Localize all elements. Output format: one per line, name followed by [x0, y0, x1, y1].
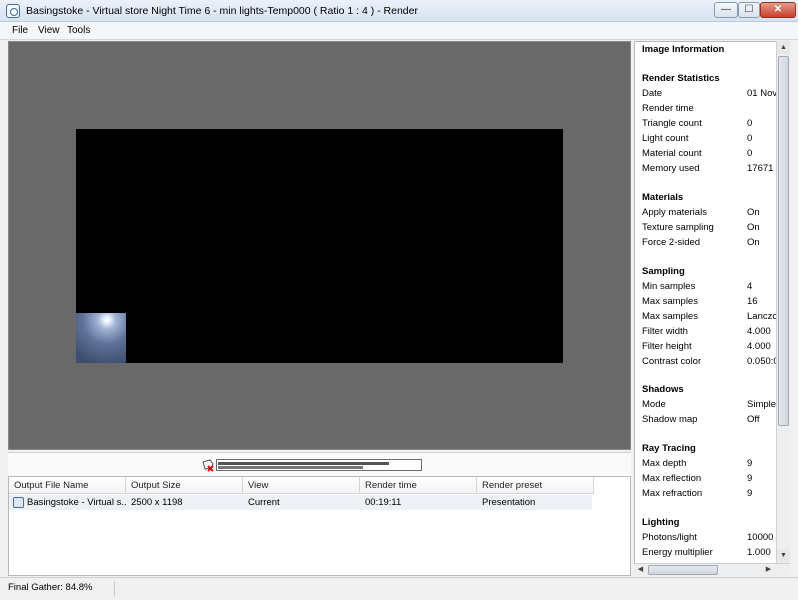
prop-value: 10000: [747, 532, 774, 543]
close-button[interactable]: ✕: [760, 2, 796, 18]
menu-bar: File View Tools: [0, 22, 798, 40]
scroll-down-icon[interactable]: ▼: [777, 549, 790, 562]
prop-key: Max depth: [642, 458, 687, 469]
prop-value: 0.050:0: [747, 356, 777, 367]
render-app-icon: [6, 4, 20, 18]
cell-output-file-name: Basingstoke - Virtual s...: [27, 497, 126, 508]
prop-key: Max reflection: [642, 473, 702, 484]
section-materials: Materials: [642, 192, 684, 203]
prop-value: 0: [747, 133, 753, 144]
prop-value: 1.000: [747, 547, 771, 558]
column-header-output-file-name[interactable]: Output File Name: [9, 477, 126, 494]
output-table: Output File Name Output Size View Render…: [8, 476, 631, 576]
column-header-output-size[interactable]: Output Size: [126, 477, 243, 494]
rendered-tile: [76, 313, 126, 363]
info-panel-horizontal-scrollbar[interactable]: ◀ ▶: [634, 563, 790, 576]
title-bar: Basingstoke - Virtual store Night Time 6…: [0, 0, 798, 22]
prop-value: On: [747, 207, 760, 218]
prop-key: Filter height: [642, 341, 692, 352]
cell-render-time: 00:19:11: [365, 497, 402, 508]
prop-value: 9: [747, 473, 753, 484]
prop-key: Contrast color: [642, 356, 702, 367]
prop-key: Date: [642, 88, 663, 99]
prop-value: 4.000: [747, 341, 771, 352]
render-viewport[interactable]: [8, 41, 631, 450]
section-render-statistics: Render Statistics: [642, 73, 720, 84]
info-panel-vertical-scrollbar[interactable]: ▲ ▼: [776, 41, 790, 563]
section-ray-tracing: Ray Tracing: [642, 443, 696, 454]
status-text: Final Gather: 84.8%: [8, 582, 93, 593]
image-information-title: Image Information: [642, 44, 725, 55]
prop-value: 0: [747, 118, 753, 129]
menu-file[interactable]: File: [12, 25, 28, 36]
table-row[interactable]: Basingstoke - Virtual s... 2500 x 1198 C…: [9, 495, 592, 510]
column-header-render-preset[interactable]: Render preset: [477, 477, 594, 494]
prop-value: 9: [747, 488, 753, 499]
prop-key: Mode: [642, 399, 666, 410]
render-frame: [76, 129, 563, 363]
prop-key: Energy multiplier: [642, 547, 713, 558]
prop-key: Render time: [642, 103, 694, 114]
maximize-button[interactable]: ☐: [738, 2, 760, 18]
prop-value: Lanczo: [747, 311, 777, 322]
scroll-right-icon[interactable]: ▶: [762, 564, 775, 576]
prop-key: Apply materials: [642, 207, 707, 218]
prop-value: On: [747, 222, 760, 233]
minimize-button[interactable]: —: [714, 2, 738, 18]
prop-value: 16: [747, 296, 758, 307]
prop-key: Photons/light: [642, 532, 697, 543]
prop-key: Light count: [642, 133, 689, 144]
prop-key: Force 2-sided: [642, 237, 701, 248]
prop-key: Min samples: [642, 281, 696, 292]
prop-value: 17671 K: [747, 163, 777, 174]
prop-key: Max refraction: [642, 488, 703, 499]
scroll-thumb[interactable]: [778, 56, 789, 426]
status-bar: Final Gather: 84.8%: [0, 577, 798, 600]
prop-key: Max samples: [642, 311, 698, 322]
prop-value: 01 Nov: [747, 88, 777, 99]
prop-key: Max samples: [642, 296, 698, 307]
prop-key: Shadow map: [642, 414, 698, 425]
stop-render-icon[interactable]: [201, 458, 215, 472]
prop-key: Triangle count: [642, 118, 702, 129]
scroll-up-icon[interactable]: ▲: [777, 41, 790, 54]
prop-value: 0: [747, 148, 753, 159]
image-information-panel: Image Information Render Statistics Date…: [634, 41, 790, 576]
render-progress-bar: [216, 459, 422, 471]
progress-fill-pass-1: [218, 462, 389, 465]
prop-value: 4: [747, 281, 753, 292]
status-divider: [114, 581, 115, 596]
prop-value: On: [747, 237, 760, 248]
column-header-render-time[interactable]: Render time: [360, 477, 477, 494]
scroll-left-icon[interactable]: ◀: [634, 564, 647, 576]
column-header-view[interactable]: View: [243, 477, 360, 494]
prop-key: Texture sampling: [642, 222, 714, 233]
horizontal-scroll-thumb[interactable]: [648, 565, 718, 575]
menu-view[interactable]: View: [38, 25, 60, 36]
section-lighting: Lighting: [642, 517, 680, 528]
menu-tools[interactable]: Tools: [67, 25, 90, 36]
progress-fill-pass-2: [218, 466, 363, 469]
section-shadows: Shadows: [642, 384, 684, 395]
prop-key: Material count: [642, 148, 702, 159]
prop-value: Simple: [747, 399, 777, 410]
cell-output-size: 2500 x 1198: [131, 497, 183, 508]
prop-key: Memory used: [642, 163, 700, 174]
window-title: Basingstoke - Virtual store Night Time 6…: [26, 5, 418, 17]
section-sampling: Sampling: [642, 266, 685, 277]
prop-value: 4.000: [747, 326, 771, 337]
cell-view: Current: [248, 497, 280, 508]
progress-strip: [8, 452, 631, 476]
prop-value: 9: [747, 458, 753, 469]
prop-key: Filter width: [642, 326, 688, 337]
prop-value: Off: [747, 414, 760, 425]
cell-render-preset: Presentation: [482, 497, 536, 508]
